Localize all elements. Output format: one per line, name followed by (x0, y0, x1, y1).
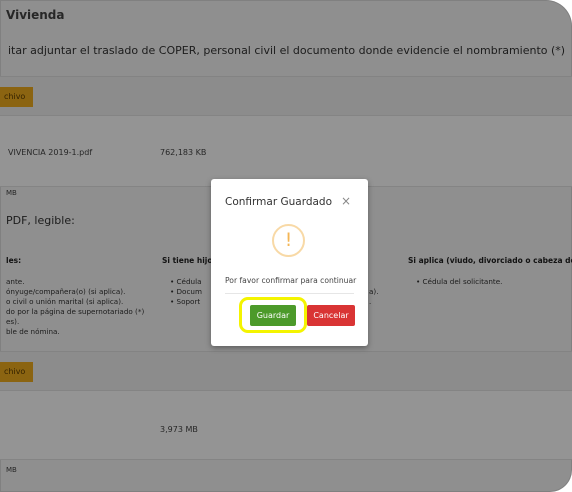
dialog-message: Por favor confirmar para continuar (225, 276, 357, 285)
cancelar-button[interactable]: Cancelar (307, 305, 355, 326)
dialog-divider (225, 293, 354, 294)
warning-icon: ! (272, 224, 305, 257)
dialog-title: Confirmar Guardado (225, 196, 333, 208)
guardar-button[interactable]: Guardar (250, 305, 296, 326)
page-background: Vivienda itar adjuntar el traslado de CO… (0, 0, 572, 492)
confirm-save-dialog: Confirmar Guardado × ! Por favor confirm… (211, 179, 368, 346)
close-icon[interactable]: × (341, 194, 351, 208)
